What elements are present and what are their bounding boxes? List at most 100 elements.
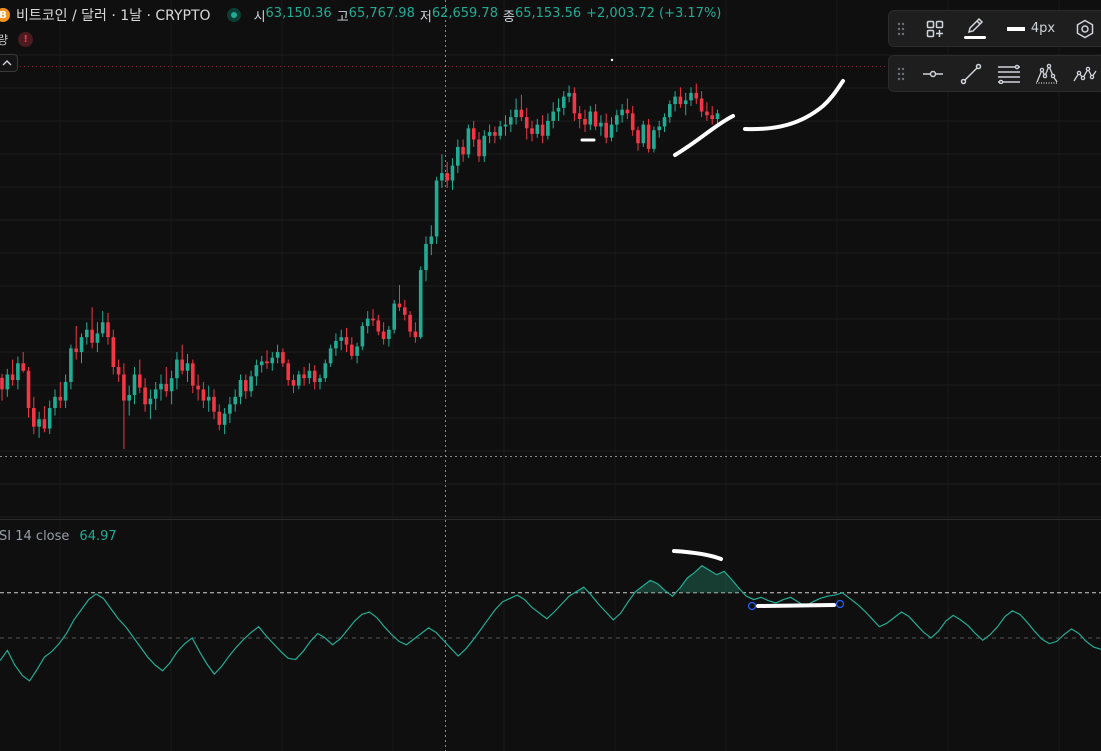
candle-body	[302, 374, 306, 379]
candle-body	[69, 348, 73, 382]
pencil-icon[interactable]	[957, 14, 993, 44]
candle-body	[387, 329, 391, 340]
collapse-legend-button[interactable]	[0, 54, 18, 72]
candle-body	[312, 370, 317, 382]
candle-body	[138, 374, 142, 388]
high-label: 고	[336, 9, 349, 25]
wave-count-icon[interactable]	[1067, 59, 1101, 89]
candle-body	[493, 132, 497, 136]
candle-body	[58, 396, 63, 401]
candle-body	[42, 419, 47, 429]
candle-body	[540, 124, 545, 136]
trend-line-icon[interactable]	[953, 59, 989, 89]
candle-body	[429, 236, 434, 244]
brush-stroke	[673, 114, 735, 157]
settings-icon[interactable]	[1067, 14, 1101, 44]
chevron-up-icon	[2, 60, 12, 66]
candle-body	[355, 346, 359, 356]
candle-body	[567, 92, 571, 97]
candle-body	[132, 374, 137, 395]
candle-body	[334, 340, 338, 349]
candle-body	[562, 96, 566, 108]
candle-body	[201, 389, 206, 401]
candle-body	[514, 109, 518, 118]
symbol-header: B 비트코인 / 달러 · 1날 · CRYPTO 시 63,150.36 고 …	[0, 5, 721, 25]
market-status-icon	[226, 8, 241, 22]
candle-body	[636, 130, 640, 144]
candle-body	[217, 411, 222, 425]
candle-body	[456, 146, 460, 166]
chart-stage[interactable]: B 비트코인 / 달러 · 1날 · CRYPTO 시 63,150.36 고 …	[0, 0, 1101, 751]
candle-body	[318, 378, 322, 382]
candle-body	[683, 100, 688, 105]
candle-body	[169, 378, 174, 392]
candle-body	[344, 337, 349, 345]
candle-body	[673, 96, 677, 105]
rsi-value: 64.97	[79, 529, 117, 544]
candle-body	[291, 380, 296, 386]
candle-body	[604, 122, 608, 138]
candle-body	[153, 389, 158, 399]
drag-handle-icon[interactable]	[893, 11, 909, 46]
bitcoin-icon: B	[0, 8, 10, 22]
candle-body	[699, 98, 704, 112]
drawing-overlay[interactable]	[580, 58, 845, 611]
candle-body	[5, 374, 10, 390]
volume-legend: 거래량 !	[0, 30, 34, 48]
chart-canvas[interactable]	[0, 0, 1101, 751]
candle-body	[477, 139, 481, 157]
candle-body	[16, 363, 20, 381]
candle-body	[524, 117, 529, 129]
candle-body	[471, 128, 476, 140]
warning-icon[interactable]: !	[18, 31, 34, 47]
candle-body	[593, 111, 598, 127]
low-label: 저	[419, 9, 432, 25]
candle-body	[222, 413, 227, 425]
symbol-title[interactable]: 비트코인 / 달러 · 1날 · CRYPTO	[16, 5, 211, 25]
drag-handle-icon[interactable]	[893, 56, 909, 91]
candle-body	[546, 120, 550, 136]
rsi-line	[0, 564, 1101, 682]
candle-body	[572, 92, 577, 114]
candle-body	[535, 124, 540, 134]
line-width-button[interactable]: 4px	[1001, 14, 1061, 44]
elliott-wave-icon[interactable]	[1029, 59, 1065, 89]
rsi-series	[0, 564, 1101, 682]
candle-body	[509, 117, 513, 125]
candle-body	[328, 348, 333, 364]
candle-body	[657, 126, 661, 131]
candle-body	[434, 180, 439, 237]
horizontal-ray-icon[interactable]	[915, 59, 951, 89]
candle-body	[620, 109, 624, 116]
candle-body	[710, 115, 714, 119]
candle-body	[228, 404, 232, 414]
apps-plus-icon[interactable]	[917, 14, 953, 44]
candle-body	[53, 396, 57, 409]
candle-body	[678, 96, 683, 105]
candle-body	[376, 320, 381, 332]
volume-label[interactable]: 거래량	[0, 31, 8, 48]
candle-body	[159, 383, 163, 390]
parallel-channel-icon[interactable]	[991, 59, 1027, 89]
grid	[0, 0, 1101, 751]
candle-body	[371, 318, 375, 321]
candle-body	[339, 337, 343, 341]
open-label: 시	[253, 9, 266, 25]
high-value: 65,767.98	[348, 5, 415, 21]
candle-body	[588, 111, 593, 125]
ohlc-readout: 시 63,150.36 고 65,767.98 저 62,659.78 종 65…	[254, 6, 722, 25]
candle-body	[668, 104, 672, 118]
rsi-name[interactable]: RSI 14 close	[0, 529, 69, 544]
open-value: 63,150.36	[265, 5, 332, 21]
candle-body	[26, 370, 31, 409]
candle-body	[424, 243, 428, 271]
candle-body	[100, 322, 105, 334]
candle-body	[85, 329, 89, 338]
candle-body	[392, 303, 396, 330]
candle-body	[191, 363, 195, 386]
change-value: +2,003.72 (+3.17%)	[586, 5, 722, 21]
candle-body	[249, 376, 253, 392]
candle-body	[106, 322, 110, 338]
candle-body	[212, 396, 216, 412]
candle-body	[609, 124, 614, 138]
